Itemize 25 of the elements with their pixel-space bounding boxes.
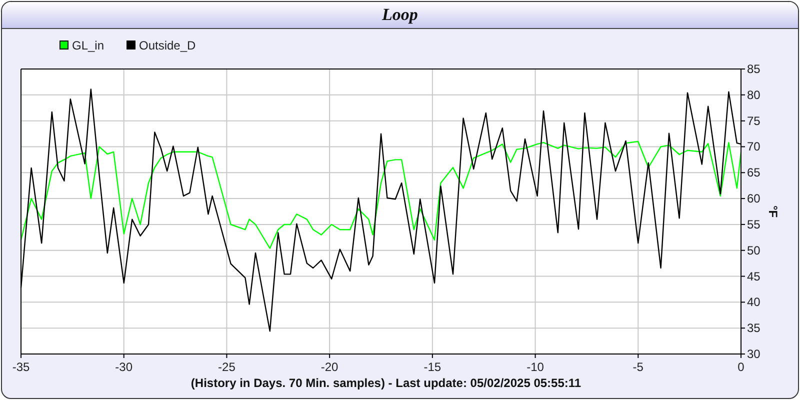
x-tick-label: -30: [115, 360, 133, 374]
x-axis-label: (History in Days. 70 Min. samples) - Last update: 05/02/2025 05:55:11: [190, 376, 582, 390]
x-tick-label: -5: [632, 360, 644, 374]
y-tick-label: 55: [747, 217, 760, 232]
x-tick-label: -15: [424, 360, 442, 374]
y-tick-label: 70: [747, 140, 760, 154]
y-tick-label: 45: [747, 269, 760, 284]
y-tick-label: 85: [747, 62, 760, 76]
x-tick-label: -25: [218, 360, 236, 374]
y-tick-label: 75: [747, 114, 760, 128]
x-tick-label: -10: [526, 360, 544, 374]
window-title: Loop: [382, 5, 418, 25]
y-tick-label: 50: [747, 243, 760, 258]
y-tick-label: 35: [747, 321, 760, 336]
x-tick-label: -35: [12, 360, 30, 374]
legend-label: Outside_D: [139, 38, 196, 52]
y-tick-label: 30: [747, 347, 760, 361]
y-tick-label: 80: [747, 88, 760, 102]
legend-label: GL_in: [72, 38, 104, 52]
y-tick-label: 60: [747, 192, 760, 206]
y-tick-label: 65: [747, 166, 760, 180]
y-axis-label: °F: [766, 205, 780, 218]
x-tick-label: 0: [738, 360, 744, 374]
x-tick-label: -20: [320, 360, 338, 374]
y-tick-label: 40: [747, 295, 760, 310]
